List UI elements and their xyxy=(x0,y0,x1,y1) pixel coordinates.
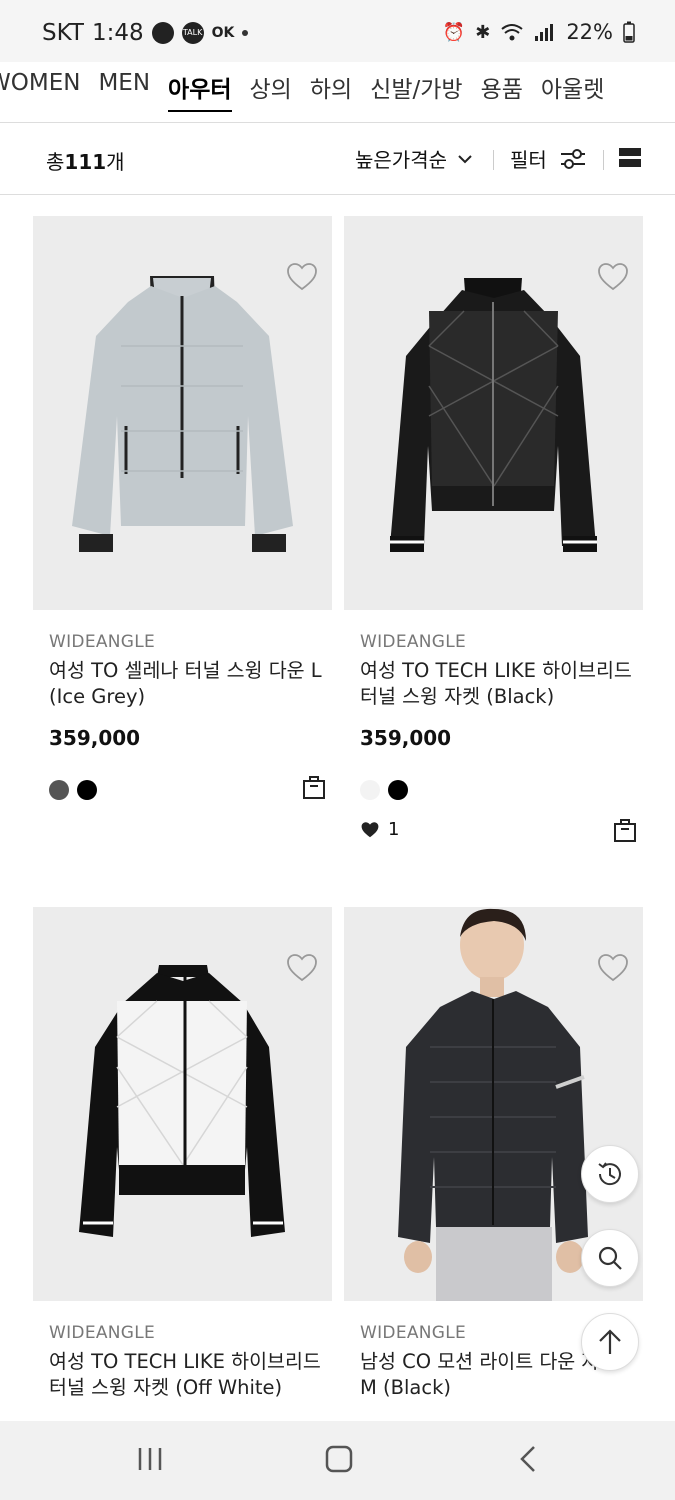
color-swatch[interactable] xyxy=(77,780,97,800)
category-nav: WOMEN MEN 아우터 상의 하의 신발/가방 용품 아울렛 xyxy=(0,62,675,123)
product-price: 359,000 xyxy=(49,726,141,750)
count-value: 111 xyxy=(64,150,107,174)
color-swatch[interactable] xyxy=(388,780,408,800)
like-count-value: 1 xyxy=(388,819,400,840)
wishlist-heart-icon[interactable] xyxy=(597,953,629,983)
color-swatch[interactable] xyxy=(360,780,380,800)
product-name[interactable]: 여성 TO TECH LIKE 하이브리드 터널 스윙 자켓 (Black) xyxy=(360,658,637,710)
wishlist-heart-icon[interactable] xyxy=(286,262,318,292)
clock: 1:48 xyxy=(91,20,144,46)
heart-filled-icon xyxy=(361,821,379,837)
color-swatches xyxy=(49,780,97,800)
product-image[interactable] xyxy=(344,216,643,610)
product-brand: WIDEANGLE xyxy=(360,632,467,652)
product-card[interactable]: WIDEANGLE 여성 TO 셀레나 터널 스윙 다운 L (Ice Grey… xyxy=(33,216,332,800)
battery-percent: 22% xyxy=(566,20,613,44)
carrier: SKT xyxy=(42,20,84,46)
recent-history-button[interactable] xyxy=(581,1145,639,1203)
bluetooth-icon: ✱ xyxy=(475,21,491,43)
category-outlet[interactable]: 아울렛 xyxy=(541,70,604,112)
category-outer[interactable]: 아우터 xyxy=(168,70,232,112)
scroll-top-button[interactable] xyxy=(581,1313,639,1371)
shopping-bag-icon[interactable] xyxy=(302,774,326,800)
sort-label: 높은가격순 xyxy=(355,148,447,172)
filter-sliders-icon xyxy=(560,148,585,169)
product-brand: WIDEANGLE xyxy=(49,1323,156,1343)
wifi-icon xyxy=(501,24,523,41)
product-name[interactable]: 여성 TO TECH LIKE 하이브리드 터널 스윙 자켓 (Off Whit… xyxy=(49,1349,326,1401)
kakaotalk-icon: TALK xyxy=(181,22,204,44)
back-icon[interactable] xyxy=(516,1445,540,1473)
category-bottoms[interactable]: 하의 xyxy=(310,70,352,112)
moon-icon xyxy=(151,22,174,44)
wishlist-heart-icon[interactable] xyxy=(286,953,318,983)
search-button[interactable] xyxy=(581,1229,639,1287)
sort-dropdown[interactable]: 높은가격순 xyxy=(355,144,473,173)
list-view-icon xyxy=(619,148,641,167)
category-women[interactable]: WOMEN xyxy=(0,70,80,112)
recent-apps-icon[interactable] xyxy=(136,1445,164,1473)
ok-cashbag-icon: OK xyxy=(211,25,235,41)
color-swatch[interactable] xyxy=(49,780,69,800)
like-count: 1 xyxy=(360,819,399,840)
battery-icon xyxy=(623,21,635,43)
product-image[interactable] xyxy=(33,216,332,610)
divider xyxy=(493,150,494,170)
home-icon[interactable] xyxy=(325,1445,353,1473)
chevron-down-icon xyxy=(458,154,472,163)
category-men[interactable]: MEN xyxy=(98,70,150,112)
wishlist-heart-icon[interactable] xyxy=(597,262,629,292)
category-accessories[interactable]: 용품 xyxy=(481,70,523,112)
category-shoes-bags[interactable]: 신발/가방 xyxy=(370,70,462,112)
status-bar: SKT 1:48 TALK OK ⏰ ✱ 22% xyxy=(0,0,675,62)
product-price: 359,000 xyxy=(360,726,452,750)
product-card[interactable]: WIDEANGLE 여성 TO TECH LIKE 하이브리드 터널 스윙 자켓… xyxy=(344,216,643,842)
filter-button[interactable]: 필터 xyxy=(510,144,587,173)
more-notifications-dot xyxy=(242,30,249,36)
product-count: 총111개 xyxy=(46,146,125,175)
color-swatches xyxy=(360,780,408,800)
count-suffix: 개 xyxy=(106,150,125,174)
product-card[interactable]: WIDEANGLE 여성 TO TECH LIKE 하이브리드 터널 스윙 자켓… xyxy=(33,907,332,1401)
count-prefix: 총 xyxy=(46,150,65,174)
shopping-bag-icon[interactable] xyxy=(613,817,637,843)
filter-label: 필터 xyxy=(510,148,547,172)
product-brand: WIDEANGLE xyxy=(49,632,156,652)
product-name[interactable]: 여성 TO 셀레나 터널 스윙 다운 L (Ice Grey) xyxy=(49,658,326,710)
arrow-up-icon xyxy=(599,1329,621,1354)
product-image[interactable] xyxy=(33,907,332,1301)
signal-icon xyxy=(535,24,554,41)
search-icon xyxy=(598,1246,622,1270)
divider xyxy=(603,150,604,170)
alarm-icon: ⏰ xyxy=(442,21,466,43)
view-toggle-button[interactable] xyxy=(619,147,641,173)
list-toolbar: 총111개 높은가격순 필터 xyxy=(0,124,675,195)
category-tops[interactable]: 상의 xyxy=(250,70,292,112)
history-clock-icon xyxy=(598,1162,621,1186)
system-nav-bar xyxy=(0,1421,675,1500)
